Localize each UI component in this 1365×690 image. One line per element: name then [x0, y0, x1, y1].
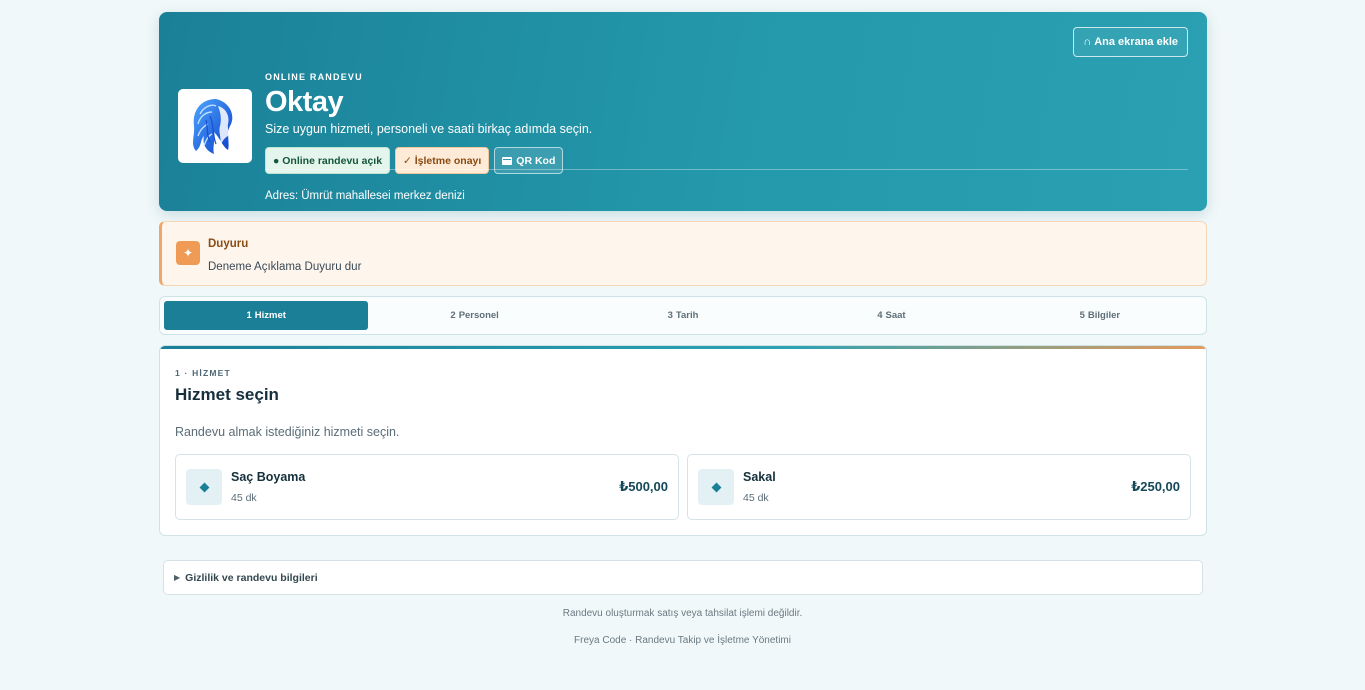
service-name: Sakal: [743, 470, 776, 484]
footer-note: Randevu oluşturmak satış veya tahsilat i…: [562, 608, 803, 619]
step-number: 5: [1079, 310, 1085, 321]
announcement-text: Deneme Açıklama Duyuru dur: [208, 261, 362, 273]
service-option-hair-dye[interactable]: Saç Boyama 45 dk ₺500,00: [175, 454, 679, 520]
tab-step-time[interactable]: 4 Saat: [789, 301, 993, 330]
step-number: 2: [450, 310, 456, 321]
add-to-home-label: Ana ekrana ekle: [1094, 36, 1178, 48]
step-label: Bilgiler: [1087, 310, 1121, 321]
service-name: Saç Boyama: [231, 470, 306, 484]
home-icon: ∩: [1083, 36, 1092, 48]
card-icon: [502, 156, 513, 165]
woman-hair-logo-icon: [192, 99, 233, 154]
sparkle-icon: ✦: [176, 241, 200, 265]
add-to-home-button[interactable]: ∩ Ana ekrana ekle: [1073, 27, 1188, 57]
diamond-icon: [186, 469, 222, 505]
caret-right-icon: ▶: [174, 573, 181, 582]
diamond-icon: [698, 469, 734, 505]
step-label: Saat: [885, 310, 906, 321]
step-number: 3: [667, 310, 673, 321]
tab-step-info[interactable]: 5 Bilgiler: [998, 301, 1202, 330]
tab-step-staff[interactable]: 2 Personel: [372, 301, 576, 330]
card-accent-bar: [160, 346, 1206, 349]
announcement-title: Duyuru: [208, 238, 249, 250]
step-label: Tarih: [675, 310, 699, 321]
privacy-info-label: Gizlilik ve randevu bilgileri: [185, 571, 318, 584]
business-name: Oktay: [265, 86, 344, 118]
service-duration: 45 dk: [743, 492, 769, 504]
address-value: Ümrüt mahallesei merkez denizi: [301, 190, 465, 202]
step-number: 1: [246, 310, 252, 321]
business-header: ∩ Ana ekrana ekle ONLINE RANDEVU Oktay S…: [159, 12, 1207, 211]
qr-code-label: QR Kod: [516, 154, 556, 167]
step-label: Personel: [458, 310, 499, 321]
privacy-info-toggle[interactable]: ▶ Gizlilik ve randevu bilgileri: [163, 560, 1203, 595]
service-price: ₺500,00: [619, 479, 668, 494]
service-option-beard[interactable]: Sakal 45 dk ₺250,00: [687, 454, 1191, 520]
section-eyebrow: 1 · HİZMET: [175, 368, 231, 378]
business-address: Adres: Ümrüt mahallesei merkez denizi: [265, 190, 465, 202]
footer-brand: Freya Code · Randevu Takip ve İşletme Yö…: [574, 635, 791, 646]
section-title: Hizmet seçin: [175, 385, 279, 404]
address-label: Adres:: [265, 190, 299, 202]
service-list: Saç Boyama 45 dk ₺500,00 Sakal 45 dk ₺25…: [175, 454, 1191, 520]
step-label: Hizmet: [254, 310, 286, 321]
announcement-box: ✦ Duyuru Deneme Açıklama Duyuru dur: [159, 221, 1207, 286]
step-number: 4: [877, 310, 883, 321]
service-duration: 45 dk: [231, 492, 257, 504]
business-logo: [178, 89, 252, 163]
step-tabs: 1 Hizmet 2 Personel 3 Tarih 4 Saat 5 Bil…: [159, 296, 1207, 335]
tab-step-date[interactable]: 3 Tarih: [581, 301, 785, 330]
service-selection-card: 1 · HİZMET Hizmet seçin Randevu almak is…: [159, 345, 1207, 536]
section-description: Randevu almak istediğiniz hizmeti seçin.: [175, 425, 400, 439]
service-price: ₺250,00: [1131, 479, 1180, 494]
header-divider: [265, 169, 1188, 170]
header-eyebrow: ONLINE RANDEVU: [265, 72, 363, 82]
tab-step-service[interactable]: 1 Hizmet: [164, 301, 369, 330]
header-subtitle: Size uygun hizmeti, personeli ve saati b…: [265, 122, 593, 136]
